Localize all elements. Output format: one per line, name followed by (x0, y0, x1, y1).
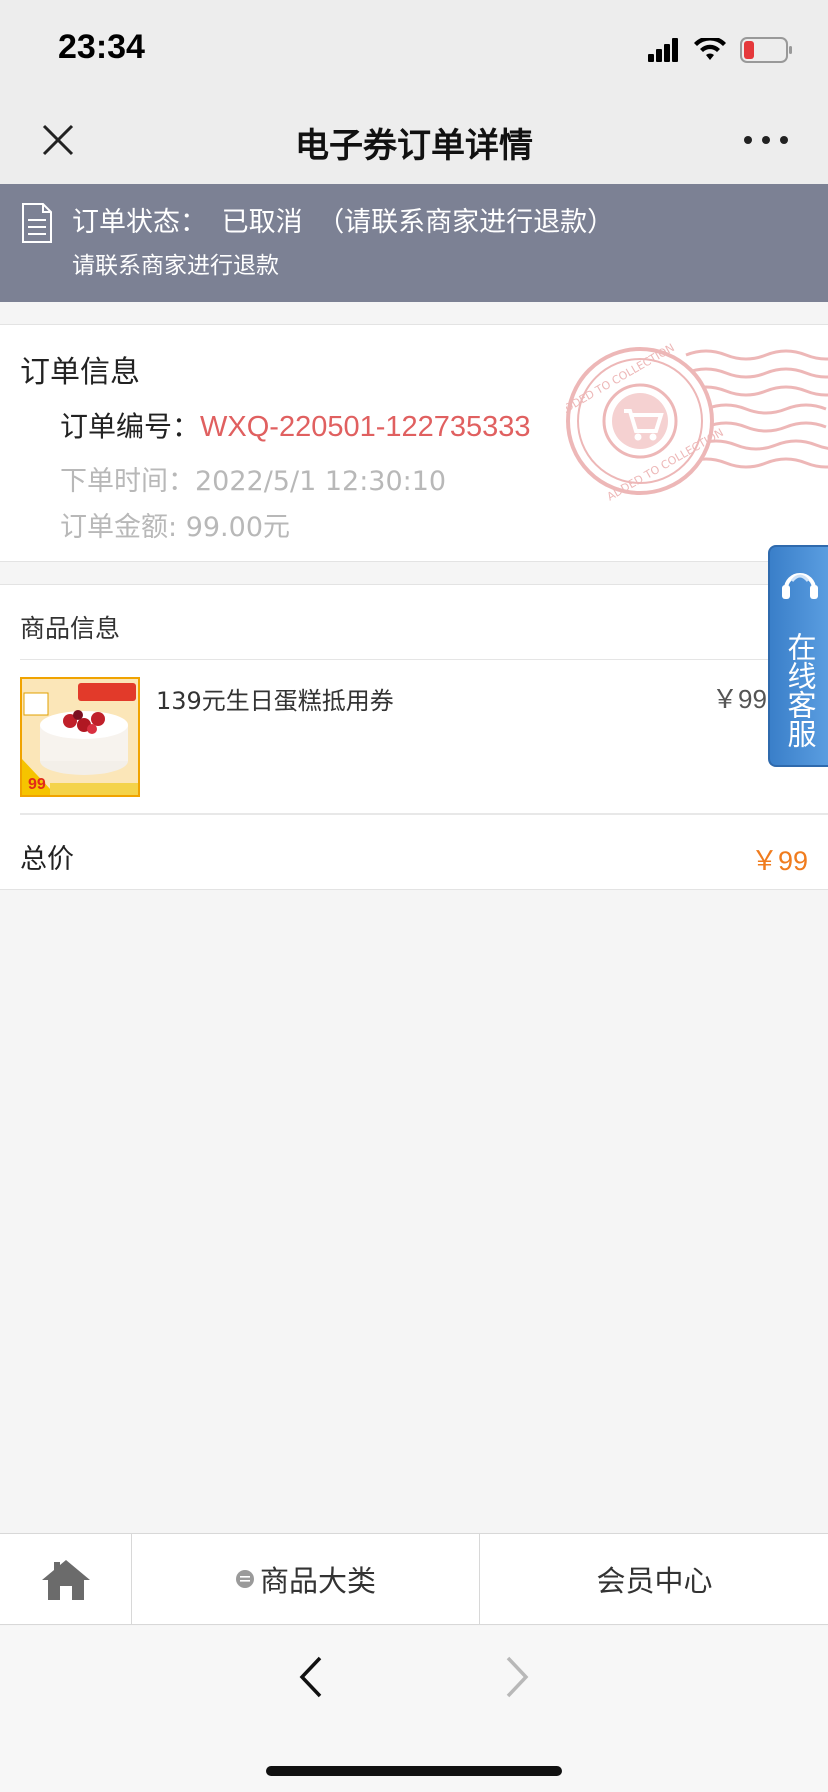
bottom-tab-bar: 商品大类 会员中心 (0, 1533, 828, 1625)
divider (20, 813, 828, 815)
order-time-label: 下单时间： (60, 466, 195, 497)
status-bar: 23:34 (0, 0, 828, 96)
order-number-label: 订单编号： (60, 410, 201, 443)
order-amount-label: 订单金额: (60, 512, 178, 543)
more-icon (744, 136, 788, 144)
order-time-value: 2022/5/1 12:30:10 (195, 466, 447, 497)
tab-member-center[interactable]: 会员中心 (481, 1534, 828, 1624)
back-button[interactable] (290, 1650, 334, 1704)
goods-info-title: 商品信息 (20, 614, 121, 643)
order-amount-row: 订单金额: 99.00元 (60, 505, 290, 544)
order-time-row: 下单时间：2022/5/1 12:30:10 (60, 459, 446, 498)
divider (20, 659, 828, 660)
more-button[interactable] (738, 116, 794, 164)
order-status-banner: 订单状态： 已取消 （请联系商家进行退款） 请联系商家进行退款 (0, 184, 828, 302)
order-status-subtext: 请联系商家进行退款 (72, 253, 279, 279)
tab-member-center-label: 会员中心 (596, 1564, 713, 1598)
order-status-note: （请联系商家进行退款） (317, 207, 615, 238)
online-customer-service-label: 在线客服 (783, 632, 817, 748)
browser-toolbar (0, 1626, 828, 1792)
cake-thumbnail: 99 (20, 677, 140, 797)
order-status-label: 订单状态： (72, 207, 207, 238)
tab-home[interactable] (0, 1534, 132, 1624)
headset-icon (782, 573, 818, 599)
back-icon (299, 1656, 322, 1698)
page-title: 电子券订单详情 (295, 126, 533, 166)
order-number-row: 订单编号：WXQ-220501-122735333 (60, 405, 531, 445)
svg-text:99: 99 (28, 776, 46, 793)
goods-info-card: 商品信息 99 139元生日蛋糕抵用券 ￥99 总价 ￥99 (0, 584, 828, 890)
wifi-icon (694, 38, 726, 60)
status-icons (648, 34, 794, 66)
order-amount-value: 99.00元 (185, 512, 290, 543)
total-value: ￥99 (750, 846, 808, 876)
status-time: 23:34 (58, 28, 145, 66)
battery-icon (740, 37, 792, 63)
home-icon (42, 1560, 90, 1600)
total-label: 总价 (20, 844, 74, 875)
goods-price: ￥99 (712, 684, 767, 714)
tab-category[interactable]: 商品大类 (133, 1534, 480, 1624)
goods-name: 139元生日蛋糕抵用券 (156, 687, 394, 715)
document-icon (22, 203, 52, 243)
forward-button[interactable] (494, 1650, 538, 1704)
order-status-line: 订单状态： 已取消 （请联系商家进行退款） (72, 200, 620, 239)
added-to-collection-stamp: ADDED TO COLLECTION ADDED TO COLLECTION (566, 341, 828, 501)
online-customer-service-button[interactable]: 在线客服 (768, 545, 828, 767)
tab-category-label: 商品大类 (259, 1564, 376, 1598)
nav-bar: 电子券订单详情 (0, 96, 828, 184)
order-info-title: 订单信息 (20, 355, 140, 390)
order-number-value: WXQ-220501-122735333 (200, 411, 531, 443)
menu-dot-icon (235, 1570, 254, 1588)
order-status-value: 已取消 (221, 207, 303, 238)
order-info-card: 订单信息 订单编号：WXQ-220501-122735333 下单时间：2022… (0, 324, 828, 562)
forward-icon (506, 1656, 529, 1698)
home-indicator (266, 1766, 562, 1776)
signal-icon (648, 38, 678, 62)
